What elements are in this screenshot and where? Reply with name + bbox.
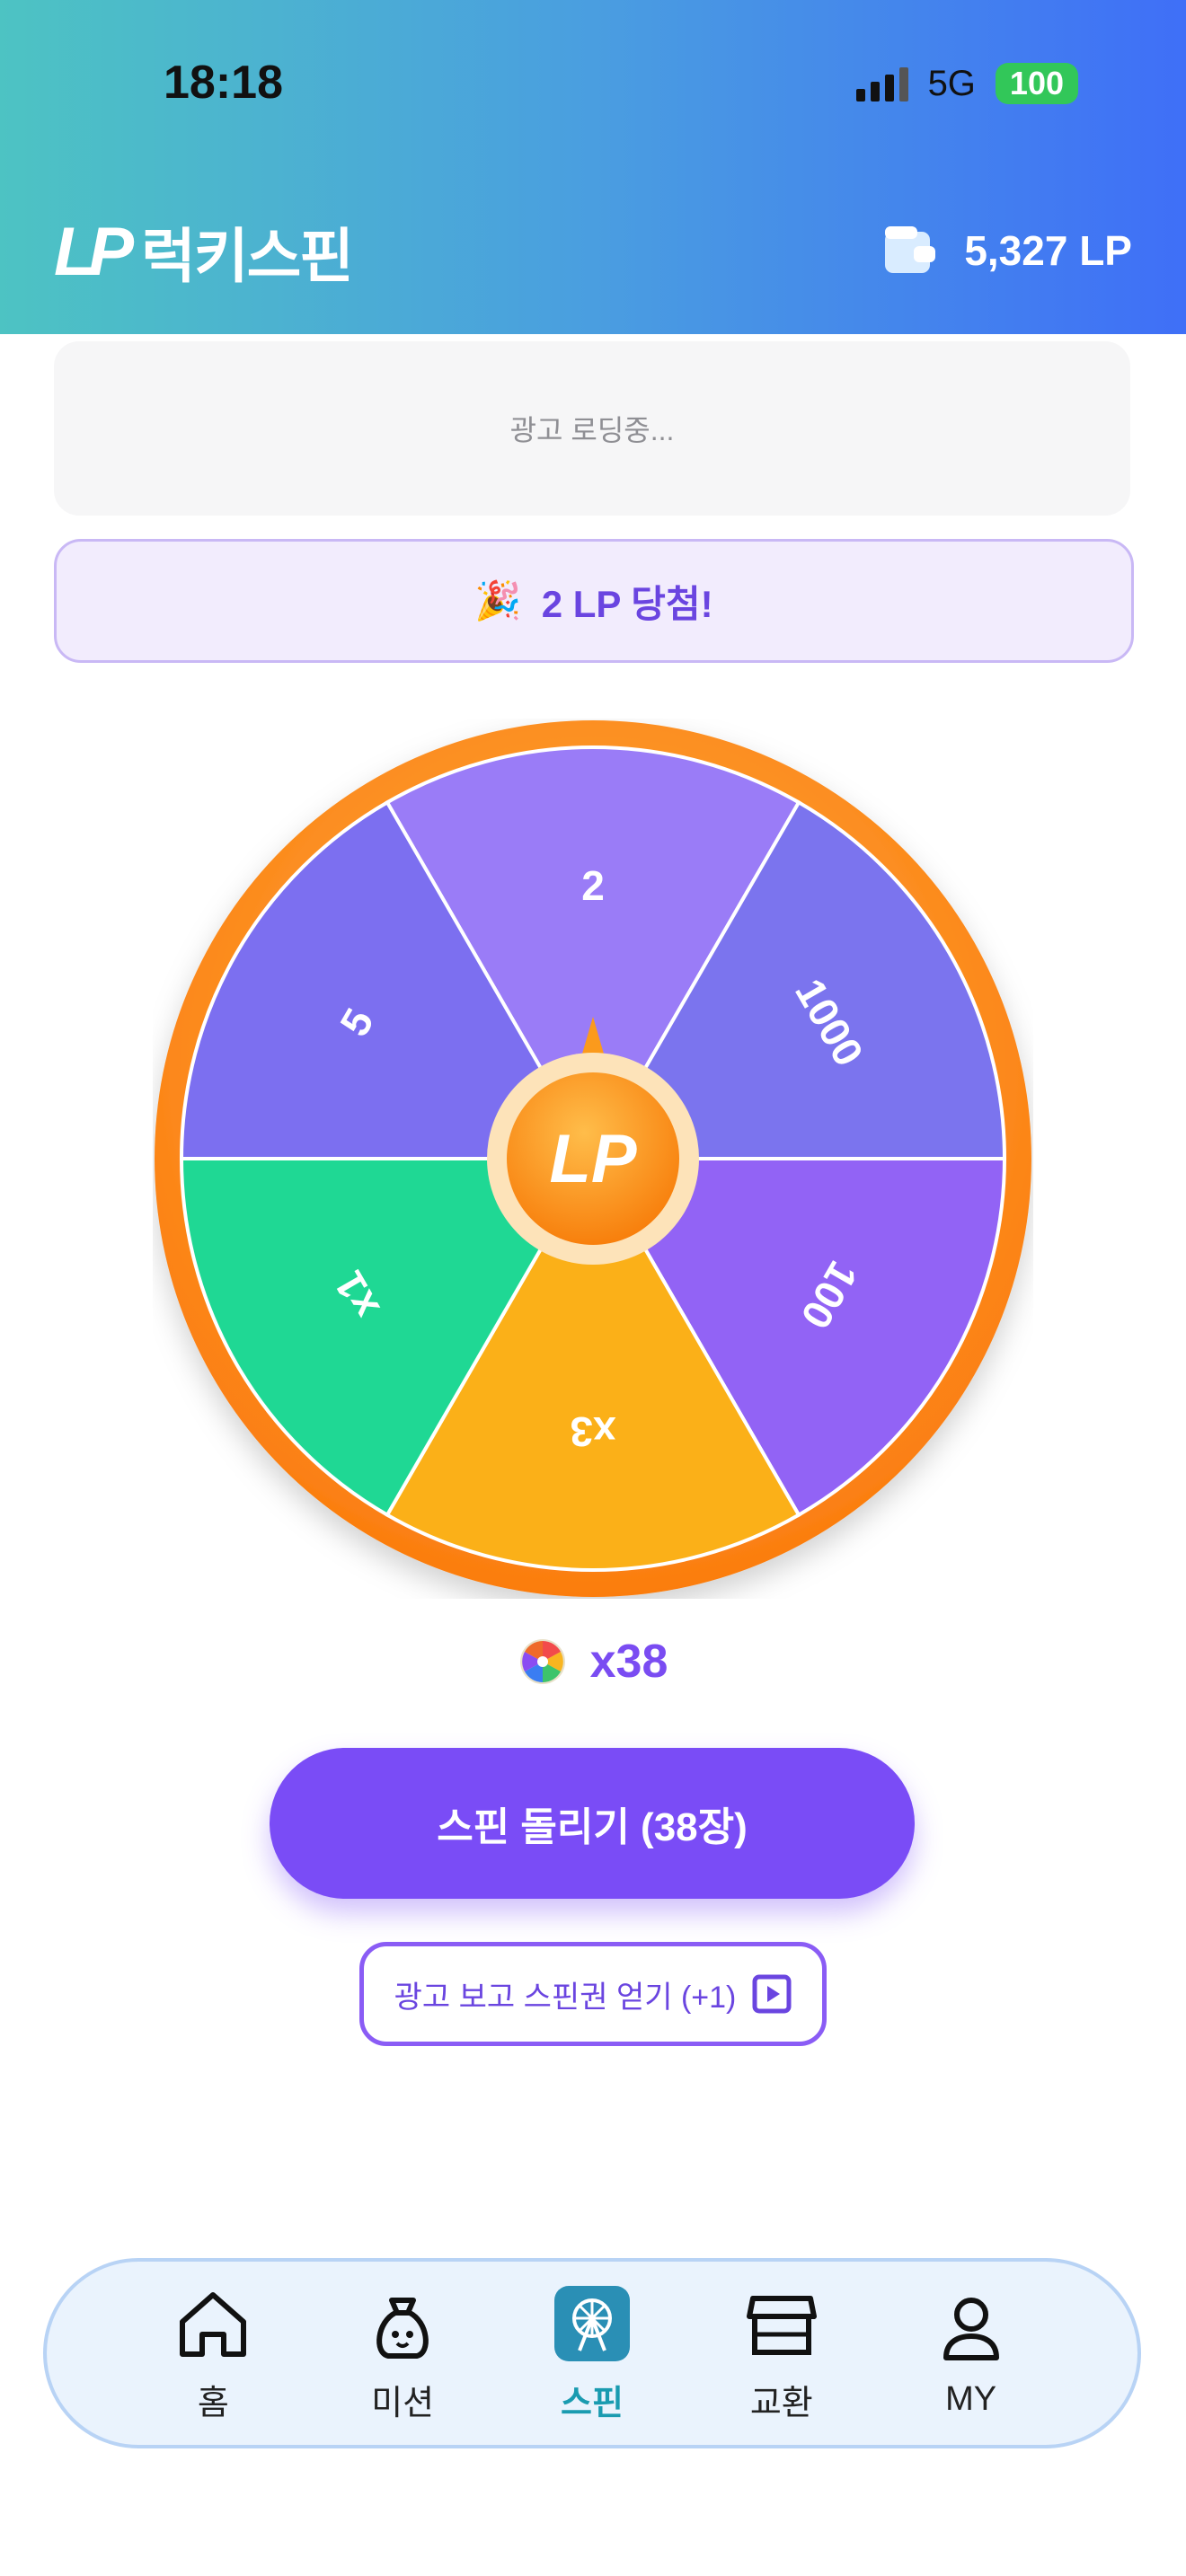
nav-label-home: 홈: [197, 2384, 229, 2422]
status-indicators: 5G 100: [855, 63, 1078, 104]
play-ad-icon: [752, 1974, 792, 2014]
spin-wheel[interactable]: 2 1000 100 x3 x1 5 LP: [153, 719, 1033, 1599]
result-banner: 🎉 2 LP 당첨!: [54, 539, 1134, 663]
spin-button[interactable]: 스핀 돌리기 (38장): [270, 1748, 915, 1899]
watch-ad-label: 광고 보고 스핀권 얻기 (+1): [394, 1980, 737, 2015]
home-icon: [173, 2283, 253, 2364]
wallet-icon: [885, 226, 936, 273]
nav-label-my: MY: [945, 2379, 997, 2418]
bottom-nav: 홈 미션 스핀 교환 MY: [43, 2258, 1141, 2448]
lp-logo: LP: [54, 213, 134, 290]
person-icon: [931, 2289, 1012, 2369]
app-header: 18:18 5G 100 LP 럭키스핀 5,327 LP: [0, 0, 1186, 334]
nav-label-spin: 스핀: [561, 2384, 624, 2422]
wheel-segment-label: 2: [581, 862, 605, 909]
nav-item-home[interactable]: 홈: [150, 2283, 276, 2424]
wheel-segment-label: x3: [570, 1408, 615, 1455]
ad-loading-text: 광고 로딩중...: [509, 414, 675, 446]
page-title: 럭키스핀: [141, 223, 354, 289]
wallet-balance[interactable]: 5,327 LP: [883, 225, 1132, 277]
spin-ticket-icon: [519, 1639, 565, 1684]
result-text: 2 LP 당첨!: [541, 582, 713, 625]
nav-label-exchange: 교환: [749, 2384, 813, 2422]
hub-lp-logo: LP: [549, 1121, 636, 1197]
nav-item-exchange[interactable]: 교환: [719, 2283, 845, 2424]
brand: LP 럭키스핀: [54, 208, 354, 295]
store-icon: [741, 2283, 822, 2364]
watch-ad-ticket-button[interactable]: 광고 보고 스핀권 얻기 (+1): [359, 1942, 827, 2046]
balance-amount: 5,327 LP: [964, 227, 1132, 274]
status-time: 18:18: [164, 57, 283, 109]
nav-item-my[interactable]: MY: [908, 2289, 1034, 2419]
ad-banner[interactable]: 광고 로딩중...: [54, 341, 1130, 516]
battery-indicator: 100: [995, 63, 1078, 104]
mission-bag-icon: [362, 2283, 443, 2364]
nav-item-mission[interactable]: 미션: [340, 2283, 465, 2424]
nav-label-mission: 미션: [371, 2384, 435, 2422]
signal-icon: [855, 66, 908, 101]
ferris-wheel-icon: [552, 2283, 633, 2364]
wheel-graphic: 21000100x3x15 LP: [155, 720, 1031, 1597]
nav-item-spin[interactable]: 스핀: [529, 2283, 655, 2424]
ticket-count-label: x38: [589, 1636, 668, 1688]
ticket-count: x38: [0, 1635, 1186, 1689]
network-label: 5G: [927, 63, 976, 103]
party-popper-icon: 🎉: [474, 578, 522, 622]
